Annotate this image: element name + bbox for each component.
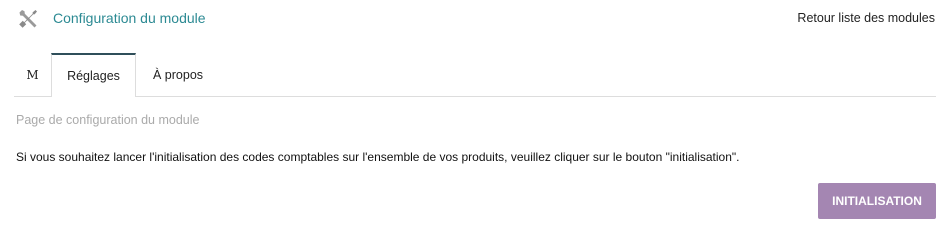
initialisation-button[interactable]: INITIALISATION	[818, 183, 936, 219]
tab-bar: M Réglages À propos	[14, 53, 936, 97]
tools-icon	[16, 7, 40, 31]
back-to-modules-link[interactable]: Retour liste des modules	[797, 11, 935, 25]
tab-a-propos[interactable]: À propos	[136, 53, 220, 96]
section-title: Page de configuration du module	[16, 113, 200, 127]
page-header: Configuration du module Retour liste des…	[0, 0, 949, 38]
tab-m[interactable]: M	[14, 53, 51, 96]
page-title: Configuration du module	[53, 10, 206, 26]
info-text: Si vous souhaitez lancer l'initialisatio…	[16, 150, 740, 164]
tab-reglages[interactable]: Réglages	[51, 53, 136, 97]
